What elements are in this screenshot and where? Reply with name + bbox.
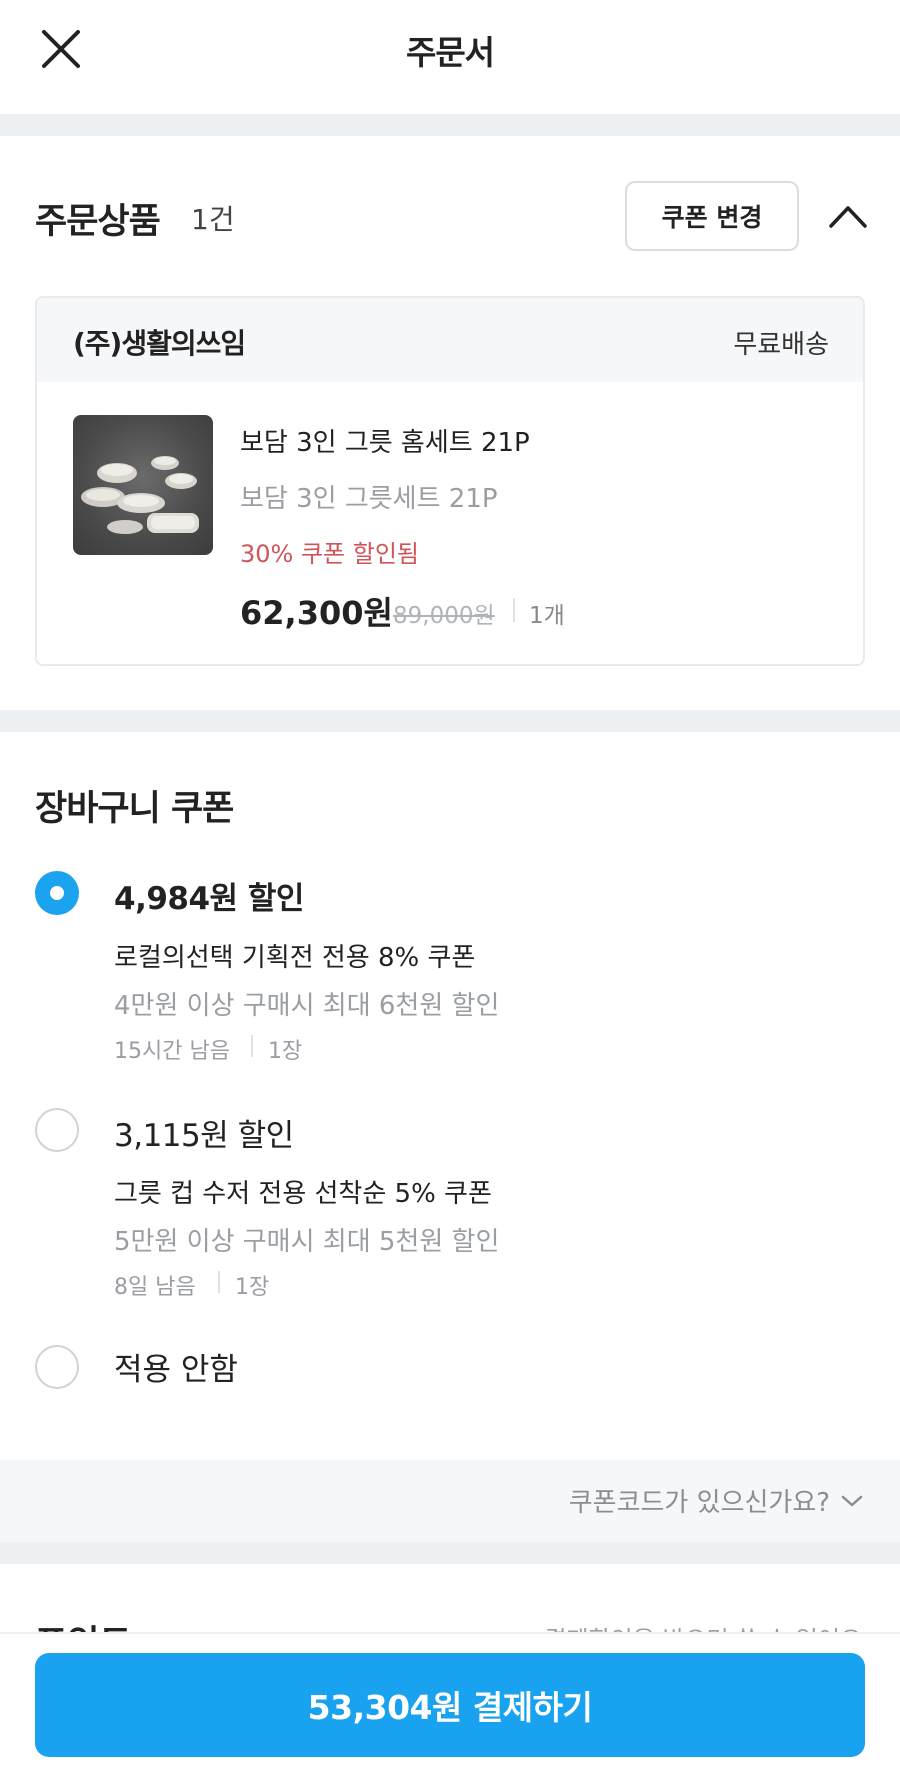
order-product-count: 1건 [191,203,235,236]
coupon-radio-none[interactable] [35,1345,79,1389]
coupon-count: 1장 [268,1039,303,1064]
section-divider [0,710,900,732]
seller-header: (주)생활의쓰임 무료배송 [37,298,863,382]
shipping-label: 무료배송 [733,330,829,360]
product-card: (주)생활의쓰임 무료배송 보담 3인 그릇 홈세트 21P 보담 3인 그릇세… [35,296,865,666]
section-divider [0,1542,900,1564]
coupon-amount: 3,115원 할인 [114,1118,294,1154]
collapse-button[interactable] [825,196,871,236]
section-divider [0,114,900,136]
meta-separator [218,1271,220,1293]
order-product-title: 주문상품 [35,202,161,242]
coupon-code-text: 쿠폰코드가 있으신가요? [568,1488,830,1518]
coupon-name: 로컬의선택 기획전 전용 8% 쿠폰 [114,943,476,973]
coupon-code-bar: 쿠폰코드가 있으신가요? [0,1460,900,1542]
coupon-count: 1장 [235,1275,270,1300]
pay-button[interactable]: 53,304원 결제하기 [35,1653,865,1757]
no-apply-label: 적용 안함 [114,1352,238,1388]
chevron-up-icon [829,206,867,228]
coupon-amount: 4,984원 할인 [114,881,304,917]
coupon-remaining: 15시간 남음 [114,1039,230,1064]
chevron-down-icon [841,1495,863,1506]
coupon-remaining: 8일 남음 [114,1275,196,1300]
coupon-change-button[interactable]: 쿠폰 변경 [625,181,799,251]
product-thumbnail[interactable] [73,415,213,555]
header: 주문서 [0,0,900,114]
coupon-code-link[interactable]: 쿠폰코드가 있으신가요? [569,1482,864,1519]
coupon-condition: 4만원 이상 구매시 최대 6천원 할인 [114,991,500,1021]
cart-coupon-title: 장바구니 쿠폰 [35,789,234,829]
bowl-set-image [81,456,199,534]
coupon-radio-2[interactable] [35,1108,79,1152]
coupon-name: 그릇 컵 수저 전용 선착순 5% 쿠폰 [114,1179,492,1209]
bottom-bar: 53,304원 결제하기 [0,1632,900,1775]
seller-name: (주)생활의쓰임 [73,327,246,360]
meta-separator [251,1035,253,1057]
coupon-radio-1[interactable] [35,871,79,915]
page-title: 주문서 [405,33,495,72]
coupon-condition: 5만원 이상 구매시 최대 5천원 할인 [114,1227,500,1257]
discount-note: 30% 쿠폰 할인됨 [240,540,420,568]
original-price: 89,000원 [393,603,495,629]
product-option: 보담 3인 그릇세트 21P [240,484,498,514]
price-separator [513,598,515,622]
product-name[interactable]: 보담 3인 그릇 홈세트 21P [240,422,530,459]
product-price: 62,300원 [240,594,393,632]
product-quantity: 1개 [529,603,565,629]
